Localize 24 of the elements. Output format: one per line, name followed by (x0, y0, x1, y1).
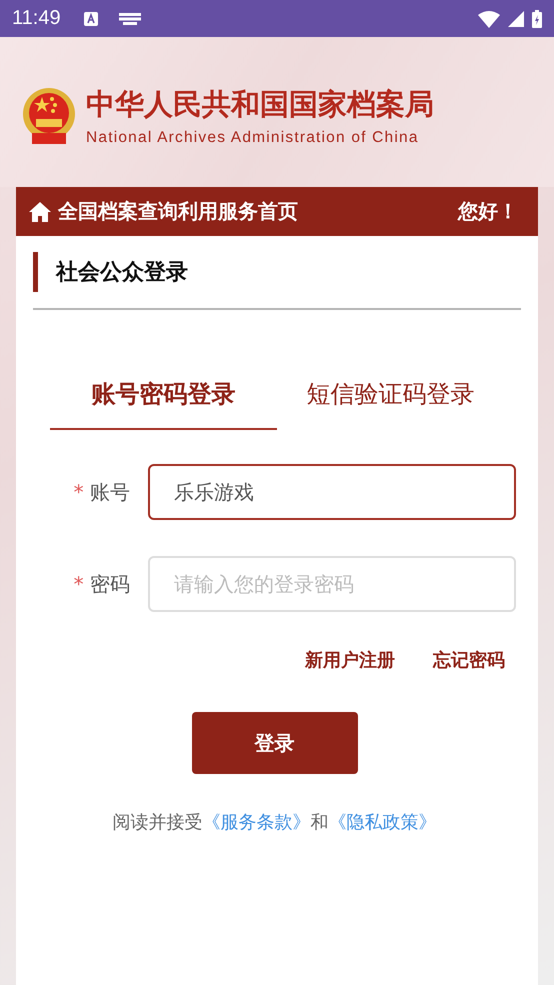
field-label: * 账号 (72, 478, 130, 506)
agreement-text: 和 (310, 811, 328, 834)
login-tab[interactable]: 短信验证码登录 (277, 368, 504, 430)
field-label: * 密码 (72, 570, 130, 598)
status-time: 11:49 (12, 7, 61, 30)
keyboard-icon (118, 12, 141, 24)
emblem-icon (22, 87, 76, 145)
text-a-icon (82, 10, 99, 26)
signal-icon (508, 10, 524, 26)
battery-icon (532, 10, 542, 28)
home-link[interactable]: 全国档案查询利用服务首页 (58, 198, 298, 225)
text-link[interactable]: 新用户注册 (305, 648, 395, 672)
login-button[interactable]: 登录 (192, 712, 358, 774)
login-tab[interactable]: 账号密码登录 (50, 368, 277, 430)
agency-title: 中华人民共和国国家档案局 (86, 86, 434, 123)
input-field[interactable]: 乐乐游戏 (148, 464, 516, 520)
text-link[interactable]: 忘记密码 (433, 648, 505, 672)
wifi-icon (478, 10, 500, 28)
section-title: 社会公众登录 (56, 259, 188, 287)
agency-subtitle: National Archives Administration of China (86, 129, 420, 147)
input-field[interactable]: 请输入您的登录密码 (148, 556, 516, 612)
home-icon[interactable] (28, 200, 52, 222)
agreement-text: 阅读并接受 (112, 811, 202, 834)
greeting-text: 您好！ (458, 198, 518, 225)
